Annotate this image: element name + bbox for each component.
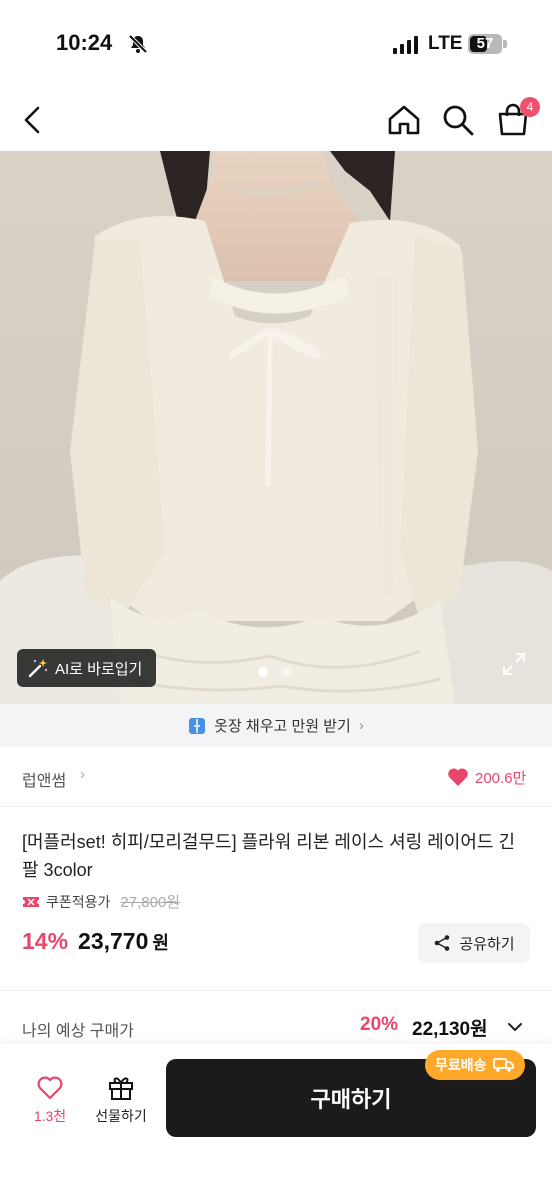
buy-label: 구매하기 <box>310 1087 392 1112</box>
heart-outline-icon <box>37 1076 63 1100</box>
coupon-icon <box>23 896 39 907</box>
coupon-label: 쿠폰적용가 <box>46 893 111 910</box>
like-button[interactable]: 1.3천 <box>24 1072 76 1132</box>
top-nav <box>0 90 552 150</box>
heart-filled-icon[interactable] <box>447 767 469 787</box>
network-type: LTE <box>428 33 463 54</box>
chevron-down-icon[interactable] <box>506 1018 524 1036</box>
seller-row: 럽앤썸 › 200.6만 <box>0 747 552 807</box>
product-title: [머플러set! 히피/모리걸무드] 플라워 리본 레이스 셔링 레이어드 긴팔… <box>22 832 516 880</box>
signal-icon <box>393 36 418 54</box>
search-icon[interactable] <box>440 102 476 138</box>
gift-button[interactable]: 선물하기 <box>88 1072 154 1132</box>
original-price: 27,800원 <box>120 894 181 911</box>
price-row: 14% 23,770 원 <box>22 928 169 955</box>
expected-price-label: 나의 예상 구매가 <box>22 1023 134 1040</box>
expand-icon[interactable] <box>502 652 526 676</box>
carousel-indicator <box>258 667 292 677</box>
status-bar: 10:24 LTE 57 <box>0 0 552 90</box>
gift-label: 선물하기 <box>95 1108 147 1124</box>
battery-level: 57 <box>476 35 494 52</box>
promo-text: 옷장 채우고 만원 받기 <box>214 718 351 735</box>
currency-unit: 원 <box>152 933 169 953</box>
seller-like-count: 200.6만 <box>475 770 527 787</box>
carousel-dot-active[interactable] <box>258 667 268 677</box>
like-count: 1.3천 <box>33 1108 67 1124</box>
product-photo <box>0 151 552 704</box>
sale-price: 23,770 <box>78 928 149 954</box>
chevron-right-icon[interactable]: › <box>80 766 85 783</box>
chevron-right-icon: › <box>358 717 364 734</box>
cart-count-badge: 4 <box>520 97 540 117</box>
promo-banner[interactable]: 옷장 채우고 만원 받기 › <box>0 704 552 747</box>
magic-wand-icon <box>28 659 48 678</box>
free-shipping-badge: 무료배송 <box>425 1050 525 1080</box>
product-image[interactable] <box>0 151 552 704</box>
ai-try-on-button[interactable]: AI로 바로입기 <box>17 649 157 687</box>
share-label: 공유하기 <box>459 935 515 953</box>
expected-price-row[interactable]: 나의 예상 구매가 20% 22,130원 <box>0 1000 552 1050</box>
gift-icon <box>109 1077 133 1100</box>
share-button[interactable]: 공유하기 <box>418 923 530 963</box>
seller-name[interactable]: 럽앤썸 <box>22 767 66 791</box>
expected-discount: 20% <box>360 1014 399 1035</box>
battery-icon: 57 <box>468 34 508 54</box>
status-time: 10:24 <box>56 30 113 55</box>
divider <box>0 990 552 991</box>
discount-rate: 14% <box>22 928 69 954</box>
carousel-dot[interactable] <box>282 667 292 677</box>
truck-icon <box>492 1058 514 1072</box>
chevron-left-icon[interactable] <box>16 102 52 138</box>
free-shipping-label: 무료배송 <box>435 1057 487 1073</box>
coupon-row: 쿠폰적용가 27,800원 <box>22 891 180 912</box>
ai-try-on-label: AI로 바로입기 <box>55 660 143 678</box>
expected-amount: 22,130원 <box>412 1019 488 1040</box>
home-icon[interactable] <box>386 102 422 138</box>
bell-off-icon <box>128 34 148 54</box>
closet-icon <box>189 717 206 734</box>
share-icon <box>435 935 450 951</box>
